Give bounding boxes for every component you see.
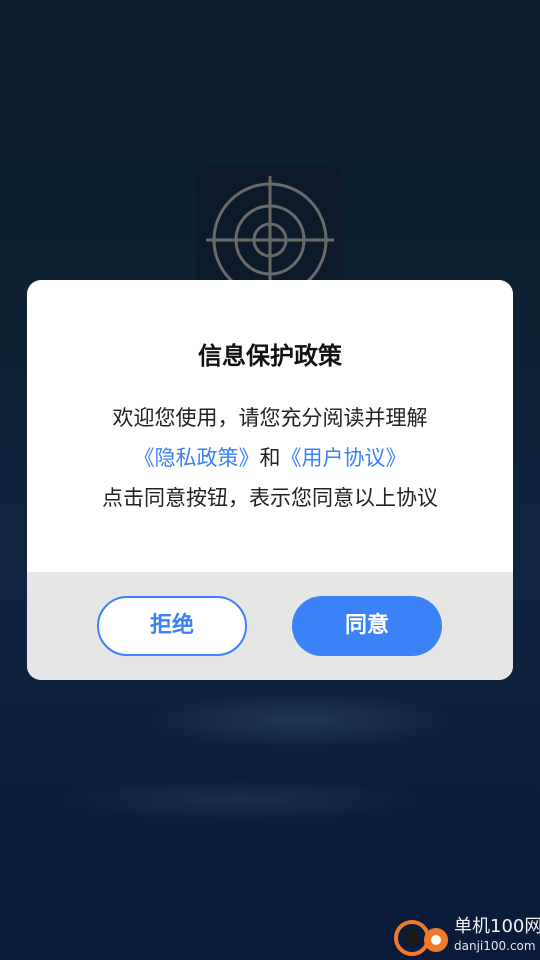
agree-button[interactable]: 同意 — [292, 596, 442, 656]
message-line-2: 《隐私政策》和《用户协议》 — [27, 438, 513, 478]
dialog-footer: 拒绝 同意 — [27, 572, 513, 680]
danji-logo-icon — [394, 920, 448, 956]
site-watermark: 单机100网 danji100.com — [392, 914, 540, 958]
message-line-3: 点击同意按钮，表示您同意以上协议 — [102, 486, 438, 510]
dialog-title: 信息保护政策 — [198, 342, 342, 370]
message-line-1: 欢迎您使用，请您充分阅读并理解 — [112, 406, 428, 430]
message-conjunction: 和 — [259, 446, 281, 470]
watermark-domain: danji100.com — [454, 939, 536, 953]
privacy-policy-dialog: 信息保护政策 欢迎您使用，请您充分阅读并理解 《隐私政策》和《用户协议》 点击同… — [27, 280, 513, 680]
watermark-name: 单机100网 — [454, 916, 540, 937]
user-agreement-link[interactable]: 《用户协议》 — [281, 446, 407, 470]
dialog-message: 欢迎您使用，请您充分阅读并理解 《隐私政策》和《用户协议》 点击同意按钮，表示您… — [27, 398, 513, 518]
reject-button[interactable]: 拒绝 — [97, 596, 247, 656]
privacy-policy-link[interactable]: 《隐私政策》 — [134, 446, 260, 470]
